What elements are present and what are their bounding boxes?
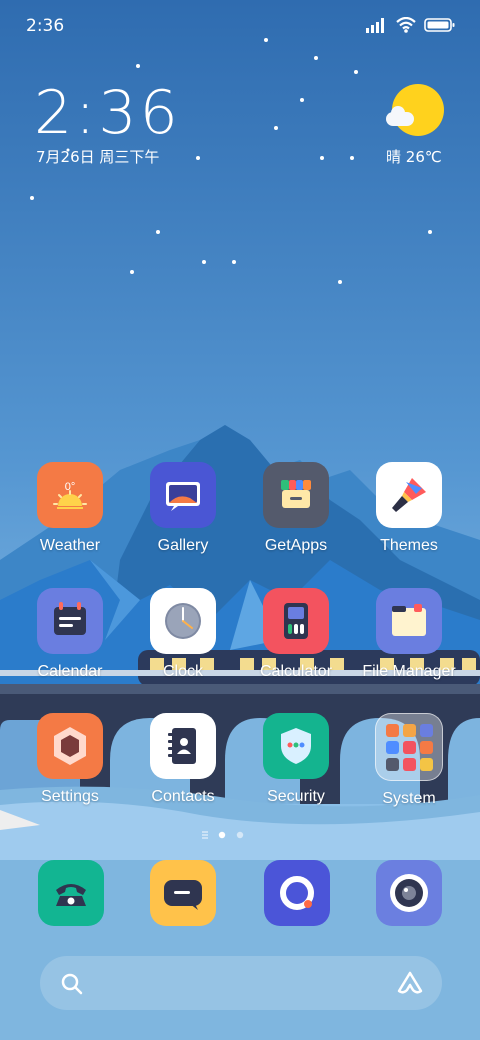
weather-condition: 晴 — [386, 148, 402, 166]
calculator-app-icon — [263, 588, 329, 654]
page-dot-active — [218, 831, 226, 839]
app-settings[interactable]: Settings — [15, 713, 125, 806]
app-label: Weather — [39, 537, 101, 554]
app-label: Settings — [41, 788, 99, 805]
app-getapps[interactable]: GetApps — [241, 462, 351, 555]
camera-app-icon[interactable] — [376, 860, 442, 926]
app-label: Calculator — [259, 663, 333, 680]
signal-icon — [366, 18, 384, 33]
themes-app-icon — [376, 462, 442, 528]
app-label: File Manager — [362, 663, 456, 680]
browser-app-icon[interactable] — [264, 860, 330, 926]
app-label: Security — [267, 788, 325, 805]
system-folder-icon — [375, 713, 443, 781]
weather-temperature: 26℃ — [405, 148, 442, 166]
app-label: GetApps — [264, 537, 328, 554]
app-label: System — [382, 790, 436, 807]
app-weather[interactable]: 0° Weather — [15, 462, 125, 555]
app-clock[interactable]: Clock — [128, 588, 238, 681]
status-time: 2:36 — [26, 16, 65, 36]
contacts-app-icon — [150, 713, 216, 779]
assistant-icon[interactable] — [396, 970, 424, 996]
app-label: Clock — [162, 663, 203, 680]
weather-summary: 晴 26℃ — [386, 146, 442, 167]
status-icons — [366, 16, 456, 34]
page-dot — [236, 831, 244, 839]
clock-widget-time[interactable]: 2:36 — [34, 78, 181, 148]
search-bar[interactable] — [40, 956, 442, 1010]
app-file-manager[interactable]: File Manager — [354, 588, 464, 681]
security-app-icon — [263, 713, 329, 779]
gallery-app-icon — [150, 462, 216, 528]
app-contacts[interactable]: Contacts — [128, 713, 238, 806]
cloud-icon — [386, 106, 414, 126]
page-indicator[interactable] — [196, 828, 286, 842]
weather-widget[interactable]: 晴 26℃ — [386, 82, 446, 168]
getapps-app-icon — [263, 462, 329, 528]
settings-app-icon — [37, 713, 103, 779]
app-security[interactable]: Security — [241, 713, 351, 806]
search-icon — [61, 973, 83, 995]
file-manager-app-icon — [376, 588, 442, 654]
clock-app-icon — [150, 588, 216, 654]
app-calendar[interactable]: Calendar — [15, 588, 125, 681]
app-gallery[interactable]: Gallery — [128, 462, 238, 555]
messages-app-icon[interactable] — [150, 860, 216, 926]
phone-app-icon[interactable] — [38, 860, 104, 926]
app-label: Themes — [380, 537, 438, 554]
app-label: Calendar — [37, 663, 103, 680]
wifi-icon — [396, 17, 416, 33]
app-themes[interactable]: Themes — [354, 462, 464, 555]
status-bar: 2:36 — [0, 0, 480, 50]
calendar-app-icon — [37, 588, 103, 654]
app-label: Gallery — [157, 537, 209, 554]
app-calculator[interactable]: Calculator — [241, 588, 351, 681]
app-system-folder[interactable]: System — [354, 713, 464, 808]
app-label: Contacts — [151, 788, 215, 805]
weather-app-icon: 0° — [37, 462, 103, 528]
battery-icon — [424, 18, 455, 32]
clock-widget-date: 7月26日 周三下午 — [36, 148, 160, 166]
feed-page-icon — [202, 831, 208, 839]
